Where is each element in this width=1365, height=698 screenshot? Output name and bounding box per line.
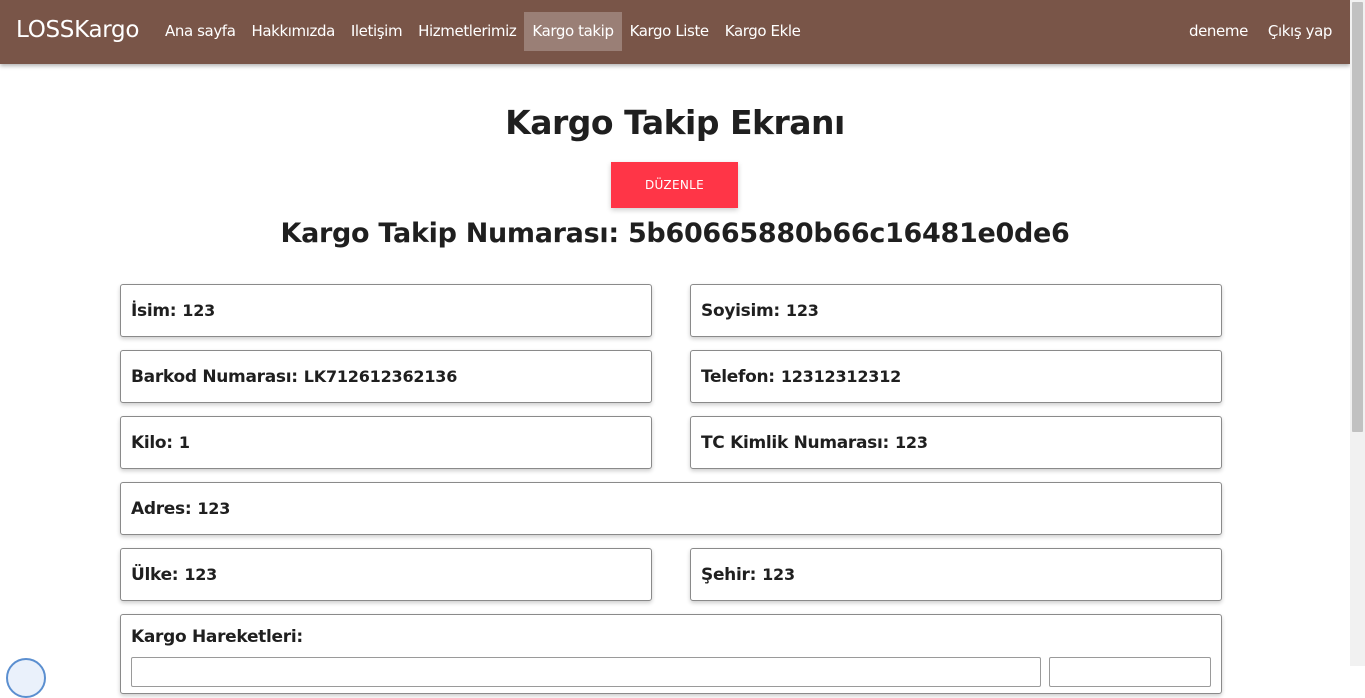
movement-description-box	[131, 657, 1041, 687]
field-label: Şehir:	[701, 564, 757, 585]
floating-widget-icon[interactable]	[6, 658, 46, 698]
field-value: 123	[785, 301, 819, 320]
cargo-movements-label: Kargo Hareketleri:	[131, 627, 303, 647]
field-label: Telefon:	[701, 366, 775, 387]
field-label: Ülke:	[131, 564, 179, 585]
logout-link[interactable]: Çıkış yap	[1258, 12, 1342, 51]
nav-link-contact[interactable]: Iletişim	[343, 12, 410, 51]
field-label: İsim:	[131, 300, 177, 321]
field-label: Soyisim:	[701, 300, 780, 321]
nav-link-services[interactable]: Hizmetlerimiz	[410, 12, 524, 51]
nav-link-cargo-tracking[interactable]: Kargo takip	[524, 12, 622, 51]
field-value: 123	[197, 499, 231, 518]
nav-user-menu: deneme Çıkış yap	[1179, 12, 1342, 51]
field-value: LK712612362136	[303, 367, 458, 386]
nav-user-link[interactable]: deneme	[1179, 12, 1258, 51]
nav-links: Ana sayfa Hakkımızda Iletişim Hizmetleri…	[157, 12, 808, 51]
vertical-scrollbar[interactable]	[1350, 0, 1365, 666]
field-label: Adres:	[131, 498, 192, 519]
nav-link-home[interactable]: Ana sayfa	[157, 12, 244, 51]
field-card-barkod: Barkod Numarası: LK712612362136	[120, 350, 652, 403]
top-navbar: LOSSKargo Ana sayfa Hakkımızda Iletişim …	[0, 0, 1350, 64]
field-card-tc: TC Kimlik Numarası: 123	[690, 416, 1222, 469]
field-card-telefon: Telefon: 12312312312	[690, 350, 1222, 403]
field-label: Kilo:	[131, 432, 173, 453]
field-card-sehir: Şehir: 123	[690, 548, 1222, 601]
field-label: TC Kimlik Numarası:	[701, 432, 889, 453]
field-card-adres: Adres: 123	[120, 482, 1222, 535]
field-value: 123	[182, 301, 216, 320]
field-value: 123	[762, 565, 795, 584]
nav-link-add-cargo[interactable]: Kargo Ekle	[717, 12, 809, 51]
field-label: Barkod Numarası:	[131, 366, 298, 387]
brand-logo[interactable]: LOSSKargo	[16, 17, 139, 43]
field-value: 123	[184, 565, 218, 584]
tracking-number-value: 5b60665880b66c16481e0de6	[627, 218, 1070, 249]
field-value: 12312312312	[780, 367, 902, 386]
tracking-number-heading: Kargo Takip Numarası: 5b60665880b66c1648…	[0, 218, 1350, 249]
movement-date-box	[1049, 657, 1211, 687]
field-card-ulke: Ülke: 123	[120, 548, 652, 601]
cargo-movements-card: Kargo Hareketleri:	[120, 614, 1222, 694]
tracking-number-label: Kargo Takip Numarası:	[280, 218, 619, 249]
edit-button[interactable]: DÜZENLE	[611, 162, 738, 208]
field-value: 123	[895, 433, 928, 452]
nav-link-about[interactable]: Hakkımızda	[244, 12, 343, 51]
scrollbar-thumb[interactable]	[1352, 2, 1363, 432]
field-card-kilo: Kilo: 1	[120, 416, 652, 469]
field-card-isim: İsim: 123	[120, 284, 652, 337]
page-title: Kargo Takip Ekranı	[505, 103, 845, 142]
field-value: 1	[178, 433, 190, 452]
field-card-soyisim: Soyisim: 123	[690, 284, 1222, 337]
nav-link-cargo-list[interactable]: Kargo Liste	[622, 12, 717, 51]
